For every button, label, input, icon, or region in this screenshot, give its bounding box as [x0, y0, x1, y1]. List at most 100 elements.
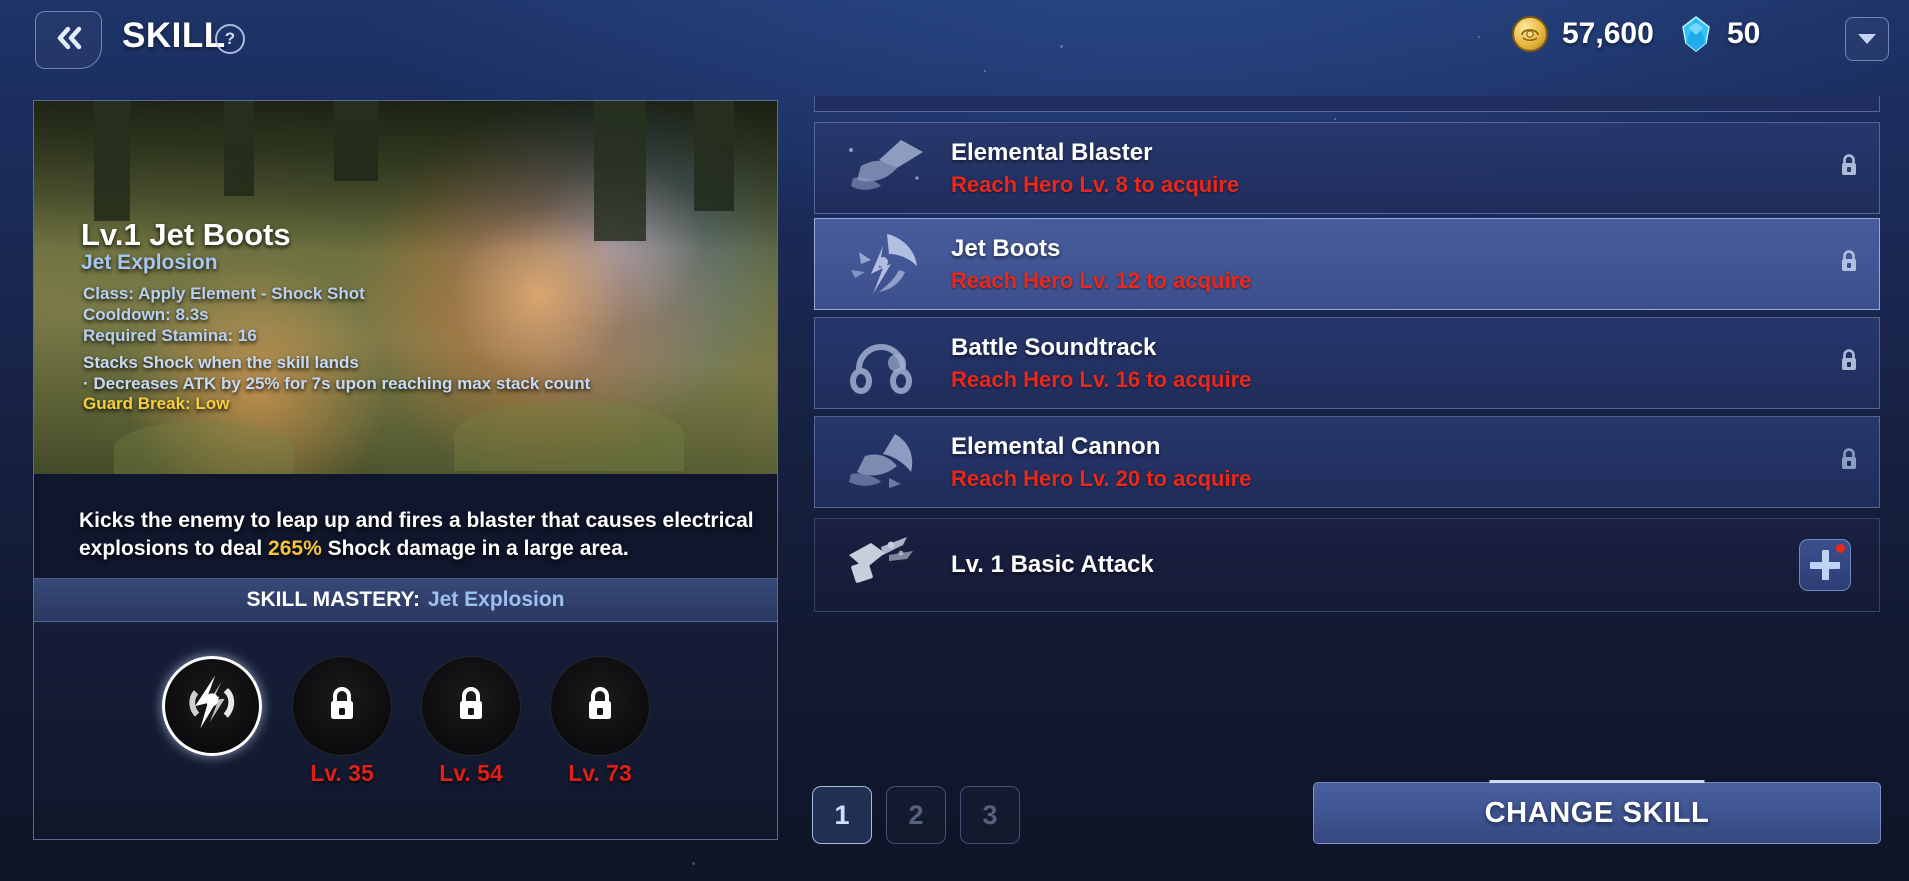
- pagination: 1 2 3: [812, 786, 1020, 844]
- skill-list-item-jet-boots[interactable]: Jet Boots Reach Hero Lv. 12 to acquire: [814, 218, 1880, 310]
- back-button[interactable]: [35, 11, 102, 69]
- skill-mastery-label: SKILL MASTERY:: [246, 588, 420, 611]
- mastery-node-circle[interactable]: [162, 656, 262, 756]
- art-grass: [454, 401, 684, 471]
- skill-row-text: Jet Boots Reach Hero Lv. 12 to acquire: [951, 235, 1819, 294]
- page-title: SKILL: [122, 16, 226, 55]
- skill-stats: Class: Apply Element - Shock Shot Cooldo…: [83, 283, 365, 346]
- skill-row-text: Elemental Cannon Reach Hero Lv. 20 to ac…: [951, 433, 1819, 492]
- art-grass: [114, 421, 294, 474]
- gold-value: 57,600: [1562, 17, 1654, 50]
- skill-list-item-basic-attack[interactable]: Lv. 1 Basic Attack: [814, 518, 1880, 612]
- mastery-node-4[interactable]: Lv. 73: [550, 656, 650, 786]
- skill-row-lock: [1819, 249, 1879, 279]
- skill-stat-cooldown: Cooldown: 8.3s: [83, 305, 209, 324]
- skill-row-partial[interactable]: [814, 96, 1880, 112]
- skill-row-title: Battle Soundtrack: [951, 333, 1157, 361]
- art-foliage: [334, 101, 378, 181]
- mastery-node-circle[interactable]: [292, 656, 392, 756]
- skill-name: Lv.1 Jet Boots: [81, 217, 291, 252]
- skill-row-lock: [1819, 348, 1879, 378]
- skill-list-item-battle-soundtrack[interactable]: Battle Soundtrack Reach Hero Lv. 16 to a…: [814, 317, 1880, 409]
- page-button-3[interactable]: 3: [960, 786, 1020, 844]
- mastery-node-level: Lv. 73: [568, 760, 632, 786]
- skill-effects: Stacks Shock when the skill lands · Decr…: [83, 352, 590, 394]
- skill-list-item-elemental-blaster[interactable]: Elemental Blaster Reach Hero Lv. 8 to ac…: [814, 122, 1880, 214]
- mastery-node-level: Lv. 35: [310, 760, 374, 786]
- page-button-2[interactable]: 2: [886, 786, 946, 844]
- skill-stat-class: Class: Apply Element - Shock Shot: [83, 284, 365, 303]
- skill-row-requirement: Reach Hero Lv. 12 to acquire: [951, 267, 1252, 293]
- jet-boots-icon: [831, 228, 935, 300]
- background-dust: [1478, 36, 1480, 38]
- skill-description-suffix: Shock damage in a large area.: [321, 537, 629, 560]
- currency-dropdown-button[interactable]: [1845, 17, 1889, 61]
- skill-subtitle: Jet Explosion: [81, 251, 218, 274]
- skill-row-requirement: Reach Hero Lv. 16 to acquire: [951, 366, 1252, 392]
- background-dust: [1060, 45, 1063, 48]
- art-foliage: [594, 101, 646, 241]
- double-chevron-left-icon: [52, 23, 86, 58]
- guard-break-label: Guard Break: Low: [83, 394, 230, 413]
- mastery-node-circle[interactable]: [550, 656, 650, 756]
- lock-icon: [454, 685, 488, 728]
- lock-icon: [583, 685, 617, 728]
- gold-coin-icon: [1512, 16, 1548, 52]
- skill-effect-main: Stacks Shock when the skill lands: [83, 353, 359, 372]
- skill-effect-detail: · Decreases ATK by 25% for 7s upon reach…: [83, 374, 591, 393]
- gold-currency[interactable]: 57,600: [1512, 16, 1654, 52]
- skill-row-lock: [1819, 447, 1879, 477]
- lock-icon: [1838, 153, 1860, 183]
- skill-mastery-bar: SKILL MASTERY: Jet Explosion: [34, 578, 777, 622]
- art-foliage: [694, 101, 734, 211]
- lock-icon: [1838, 249, 1860, 279]
- background-dust: [984, 70, 986, 72]
- blaster-icon: [831, 132, 935, 204]
- add-skill-button[interactable]: [1799, 539, 1851, 591]
- skill-row-requirement: Reach Hero Lv. 8 to acquire: [951, 171, 1240, 197]
- skill-detail-panel: Lv.1 Jet Boots Jet Explosion Class: Appl…: [33, 100, 778, 840]
- skill-row-title: Lv. 1 Basic Attack: [951, 551, 1154, 578]
- gem-value: 50: [1727, 17, 1761, 50]
- lock-icon: [1838, 447, 1860, 477]
- art-foliage: [94, 101, 130, 221]
- skill-row-text: Elemental Blaster Reach Hero Lv. 8 to ac…: [951, 139, 1819, 198]
- skill-row-lock: [1819, 153, 1879, 183]
- help-icon[interactable]: ?: [215, 24, 245, 54]
- basic-attack-icon: [831, 529, 935, 601]
- background-dust: [1334, 118, 1336, 120]
- skill-stat-stamina: Required Stamina: 16: [83, 326, 257, 345]
- plus-icon: [1821, 550, 1829, 580]
- skill-list: Elemental Blaster Reach Hero Lv. 8 to ac…: [814, 96, 1880, 616]
- chevron-down-icon: [1858, 34, 1876, 44]
- page-button-1[interactable]: 1: [812, 786, 872, 844]
- gem-currency[interactable]: 50: [1679, 16, 1760, 52]
- skill-mastery-value: Jet Explosion: [427, 588, 565, 611]
- mastery-node-3[interactable]: Lv. 54: [421, 656, 521, 786]
- lightning-burst-icon: [175, 667, 249, 746]
- skill-mastery-nodes: Lv. 35 Lv. 54 Lv. 73: [34, 622, 777, 839]
- lock-icon: [325, 685, 359, 728]
- skill-row-requirement: Reach Hero Lv. 20 to acquire: [951, 465, 1252, 491]
- mastery-node-1[interactable]: [162, 656, 262, 756]
- mastery-node-circle[interactable]: [421, 656, 521, 756]
- mastery-node-2[interactable]: Lv. 35: [292, 656, 392, 786]
- cannon-icon: [831, 426, 935, 498]
- art-foliage: [224, 101, 254, 196]
- skill-description: Kicks the enemy to leap up and fires a b…: [79, 507, 777, 563]
- blue-gem-icon: [1679, 16, 1713, 52]
- skill-list-item-elemental-cannon[interactable]: Elemental Cannon Reach Hero Lv. 20 to ac…: [814, 416, 1880, 508]
- lock-icon: [1838, 348, 1860, 378]
- skill-row-text: Battle Soundtrack Reach Hero Lv. 16 to a…: [951, 334, 1819, 393]
- headphones-icon: [831, 327, 935, 399]
- skill-row-title: Elemental Cannon: [951, 432, 1161, 460]
- top-bar: SKILL ? 57,600 50: [0, 0, 1909, 82]
- skill-description-percent: 265%: [268, 537, 322, 560]
- skill-row-text: Lv. 1 Basic Attack: [951, 551, 1799, 579]
- mastery-node-level: Lv. 54: [439, 760, 503, 786]
- background-dust: [692, 862, 695, 865]
- change-skill-button[interactable]: CHANGE SKILL: [1313, 782, 1881, 844]
- skill-row-title: Elemental Blaster: [951, 138, 1153, 166]
- skill-row-title: Jet Boots: [951, 234, 1061, 262]
- notification-dot: [1836, 544, 1845, 553]
